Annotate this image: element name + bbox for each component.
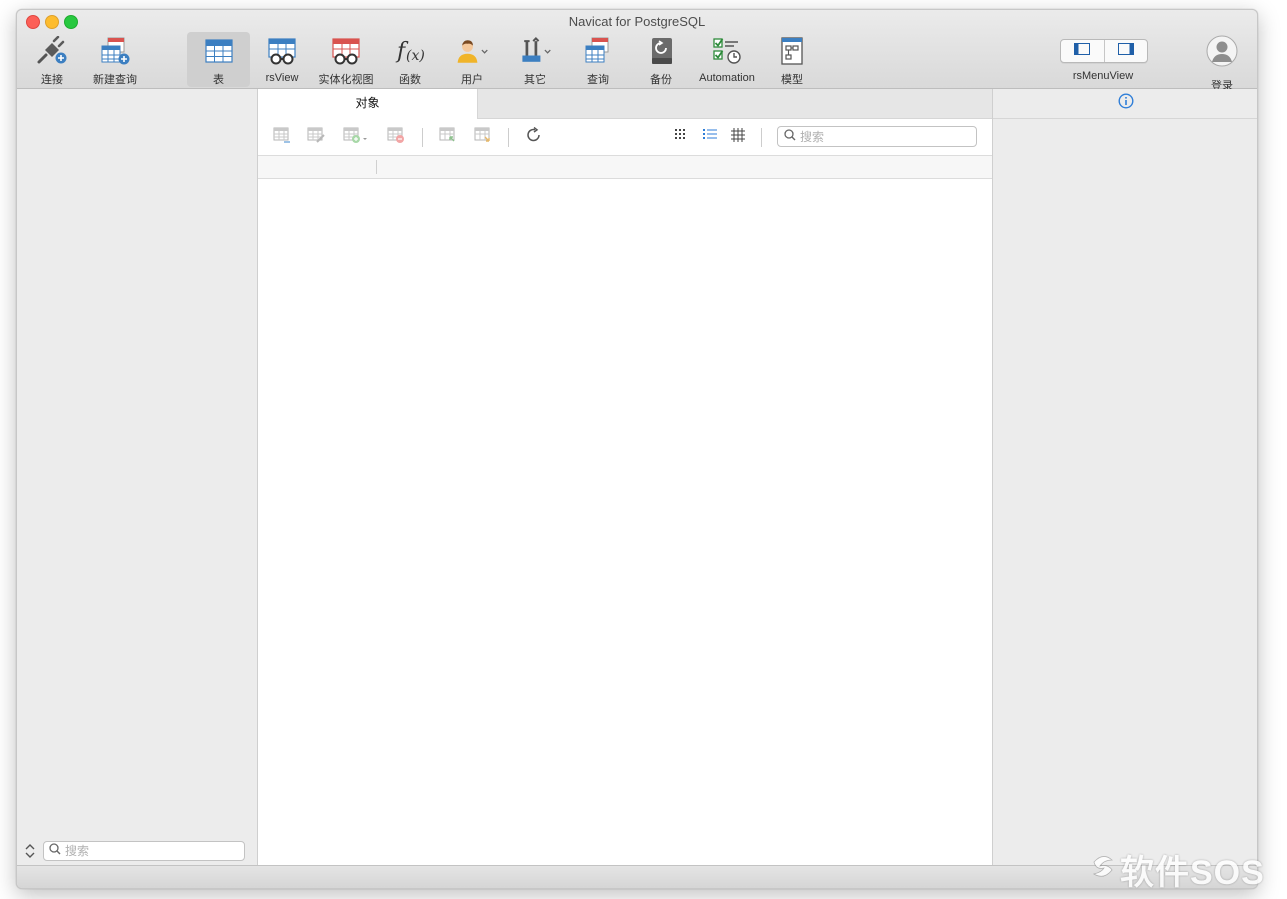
toolbar-separator (508, 128, 509, 147)
user-icon (454, 35, 490, 66)
toolbar-others-label: 其它 (524, 74, 546, 86)
window-title: Navicat for PostgreSQL (568, 14, 706, 29)
export-icon (473, 126, 493, 149)
toolbar-separator (422, 128, 423, 147)
design-table-icon (306, 126, 326, 149)
refresh-icon (525, 126, 543, 149)
automation-icon (709, 35, 745, 67)
list-view-button[interactable] (700, 128, 720, 146)
toolbar-function-label: 函数 (399, 74, 421, 86)
info-icon[interactable] (1117, 93, 1134, 114)
object-toolbar (258, 119, 992, 156)
search-icon (49, 842, 61, 860)
toolbar-table-label: 表 (213, 74, 224, 86)
avatar-icon (1206, 35, 1238, 72)
table-icon (201, 35, 237, 66)
toolbar-view-label: rsView (265, 72, 299, 84)
toolbar-materialized-view-button[interactable]: 实体化视图 (315, 32, 377, 87)
connection-sidebar (17, 89, 258, 865)
sidebar-search-input[interactable] (65, 844, 215, 858)
delete-table-icon (386, 126, 406, 149)
view-toggle-label: rsMenuView (1072, 70, 1134, 82)
import-icon (438, 126, 458, 149)
design-table-button[interactable] (306, 126, 326, 149)
main-panel: 对象 (258, 89, 992, 865)
toolbar-function-button[interactable]: f (x) 函数 (385, 32, 435, 87)
tools-icon (517, 35, 553, 66)
toolbar-user-label: 用户 (461, 74, 483, 86)
toolbar-automation-label: Automation (699, 72, 755, 84)
toolbar-user-button[interactable]: 用户 (447, 32, 497, 87)
query-icon (580, 35, 616, 66)
new-query-icon (97, 35, 133, 66)
new-table-button[interactable] (342, 126, 370, 149)
sidebar-search-row (23, 841, 245, 861)
new-table-icon (342, 126, 370, 149)
toolbar-query-button[interactable]: 查询 (573, 32, 623, 87)
toolbar-connection-label: 连接 (41, 74, 63, 86)
import-button[interactable] (438, 126, 458, 149)
status-bar (17, 865, 1257, 888)
toolbar-separator (761, 128, 762, 147)
info-panel (992, 89, 1257, 865)
toolbar-connection-button[interactable]: 连接 (27, 32, 77, 87)
title-bar: Navicat for PostgreSQL 连接 新建查询 表 rsView … (17, 10, 1257, 92)
materialized-view-icon (328, 35, 364, 66)
toolbar-view-button[interactable]: rsView (257, 32, 307, 87)
app-window: Navicat for PostgreSQL 连接 新建查询 表 rsView … (16, 9, 1258, 889)
toggle-right-panel-button[interactable] (1103, 40, 1148, 62)
object-search-input[interactable] (800, 129, 960, 144)
toolbar-automation-button[interactable]: Automation (695, 32, 759, 87)
view-glasses-icon (264, 35, 300, 67)
connection-plug-icon (34, 35, 70, 66)
toolbar-new-query-label: 新建查询 (93, 74, 137, 86)
object-list[interactable] (258, 179, 992, 865)
object-list-header (258, 156, 992, 179)
toolbar-backup-button[interactable]: 备份 (636, 32, 686, 87)
grid-lines-icon (730, 127, 746, 148)
export-button[interactable] (473, 126, 493, 149)
detail-view-button[interactable] (728, 127, 748, 148)
object-search-field (777, 126, 977, 147)
toggle-left-panel-button[interactable] (1061, 40, 1104, 62)
toolbar-others-button[interactable]: 其它 (510, 32, 560, 87)
login-button[interactable]: 登录 (1204, 35, 1240, 93)
toolbar-model-label: 模型 (781, 74, 803, 86)
backup-icon (643, 35, 679, 66)
open-table-icon (272, 126, 292, 149)
left-panel-icon (1074, 42, 1091, 60)
svg-text:(x): (x) (406, 48, 425, 64)
toolbar-materialized-view-label: 实体化视图 (318, 74, 374, 86)
search-icon (784, 128, 796, 146)
toolbar-new-query-button[interactable]: 新建查询 (90, 32, 140, 87)
sort-arrows-icon[interactable] (23, 842, 37, 860)
watermark-swirl-icon (1086, 850, 1120, 889)
open-table-button[interactable] (272, 126, 292, 149)
model-icon (774, 35, 810, 66)
toolbar-model-button[interactable]: 模型 (767, 32, 817, 87)
delete-table-button[interactable] (386, 126, 406, 149)
list-view-icon (702, 127, 718, 148)
right-panel-icon (1117, 42, 1134, 60)
info-panel-header (993, 89, 1257, 119)
toolbar-query-label: 查询 (587, 74, 609, 86)
watermark-logo: 软件SOS (1086, 845, 1265, 894)
toolbar-table-button[interactable]: 表 (187, 32, 250, 87)
icon-view-button[interactable] (671, 128, 691, 146)
tab-bar: 对象 (258, 89, 992, 119)
function-fx-icon: f (x) (392, 35, 428, 66)
column-divider[interactable] (376, 160, 377, 174)
grid-dots-icon (673, 127, 689, 148)
refresh-button[interactable] (524, 126, 544, 149)
watermark-text: 软件SOS (1120, 854, 1265, 892)
view-toggle-segmented-control (1060, 39, 1148, 63)
tab-objects[interactable]: 对象 (258, 89, 478, 119)
sidebar-search-field (43, 841, 245, 861)
toolbar-backup-label: 备份 (650, 74, 672, 86)
